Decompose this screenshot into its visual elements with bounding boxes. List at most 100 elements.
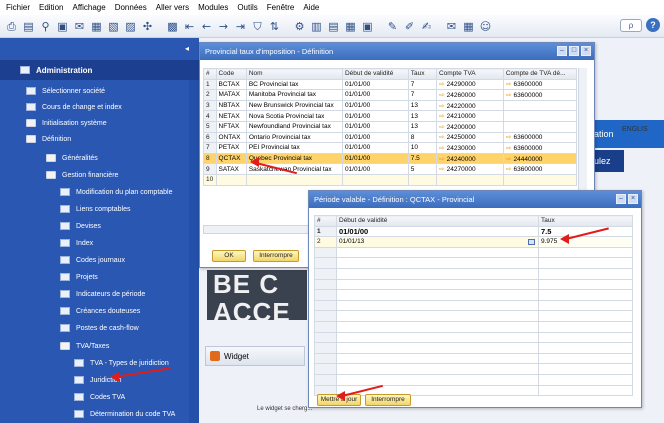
nav-collapse[interactable]: ◂ xyxy=(0,38,199,58)
cell-rate[interactable] xyxy=(538,278,633,291)
last-record-icon[interactable]: ⇥ xyxy=(233,19,248,34)
cell-account2[interactable]: ⇨ 63600000 xyxy=(502,163,578,175)
chart-icon[interactable]: ▤ xyxy=(326,19,341,34)
cancel-button[interactable]: Interrompre xyxy=(253,250,299,262)
maximize-icon[interactable]: □ xyxy=(569,46,579,56)
cell-rate[interactable]: 7 xyxy=(407,78,437,91)
nav-item-cours-de-change[interactable]: Cours de change et index xyxy=(26,100,122,114)
cell-date[interactable]: 01/01/00 xyxy=(341,110,409,122)
cell-date[interactable]: 01/01/00 xyxy=(341,99,409,112)
nav-item-generalites[interactable]: Généralités xyxy=(46,151,98,165)
nav-item-definition[interactable]: Définition xyxy=(26,132,71,146)
nav-item-projets[interactable]: Projets xyxy=(60,270,98,284)
cell-date[interactable] xyxy=(336,310,539,322)
table-row[interactable]: 9 SATAX Saskatchewan Provincial tax 01/01/0… xyxy=(203,163,578,175)
link-arrow-icon[interactable]: ⇨ xyxy=(506,80,512,88)
cell-rate[interactable] xyxy=(538,342,633,354)
find-icon[interactable]: ⚲ xyxy=(38,19,53,34)
cell-account2[interactable]: ⇨ 63600000 xyxy=(502,78,578,91)
column-header[interactable]: Taux xyxy=(407,68,437,80)
cell-name[interactable]: PEI Provincial tax xyxy=(245,142,343,154)
menu-modules[interactable]: Modules xyxy=(198,3,228,12)
table-row[interactable] xyxy=(314,373,633,386)
cell-code[interactable]: ONTAX xyxy=(215,131,247,144)
cell-rate[interactable]: 13 xyxy=(407,99,437,112)
nav-item-selectionner-societe[interactable]: Sélectionner société xyxy=(26,84,105,98)
user-icon[interactable]: ☺ xyxy=(478,19,493,34)
link-arrow-icon[interactable]: ⇨ xyxy=(439,91,445,99)
table-row-new[interactable]: 10 xyxy=(203,173,578,186)
link-arrow-icon[interactable]: ⇨ xyxy=(439,155,445,163)
nav-item-modification-plan[interactable]: Modification du plan comptable xyxy=(60,185,173,199)
link-arrow-icon[interactable]: ⇨ xyxy=(506,144,512,152)
menu-fenetre[interactable]: Fenêtre xyxy=(267,3,295,12)
cell-name[interactable] xyxy=(245,173,343,186)
table-horizontal-scrollbar[interactable] xyxy=(203,225,313,234)
cell-date[interactable] xyxy=(336,278,539,291)
cell-date[interactable] xyxy=(336,299,539,312)
cell-date[interactable]: 01/01/00 xyxy=(336,225,539,238)
table-row[interactable] xyxy=(314,278,633,291)
table-row[interactable]: 7 PETAX PEI Provincial tax 01/01/00 10 ⇨ 2423… xyxy=(203,142,578,154)
menu-aller-vers[interactable]: Aller vers xyxy=(156,3,189,12)
column-header[interactable]: Taux xyxy=(538,215,633,227)
table-row[interactable] xyxy=(314,299,633,312)
cell-rate[interactable]: 8 xyxy=(407,131,437,144)
cell-rate[interactable]: 10 xyxy=(407,142,437,154)
cell-rate[interactable] xyxy=(538,352,633,365)
table-row[interactable]: 1 BCTAX BC Provincial tax 01/01/00 7 ⇨ 242900… xyxy=(203,78,578,91)
nav-scrollbar[interactable] xyxy=(189,80,199,423)
menu-aide[interactable]: Aide xyxy=(303,3,319,12)
cell-rate[interactable]: 7.5 xyxy=(407,152,437,165)
cell-code[interactable]: NBTAX xyxy=(215,99,247,112)
link-arrow-icon[interactable]: ⇨ xyxy=(506,133,512,141)
cell-date[interactable]: 01/01/00 xyxy=(341,131,409,144)
cell-date[interactable]: 01/01/00 xyxy=(341,152,409,165)
column-header[interactable]: Début de validité xyxy=(341,68,409,80)
cell-date[interactable] xyxy=(336,363,539,375)
table-row[interactable]: 5 NFTAX Newfoundland Provincial tax 01/01/0… xyxy=(203,120,578,133)
cancel-button[interactable]: Interrompre xyxy=(365,394,411,406)
cell-date[interactable]: 01/01/00 xyxy=(341,163,409,175)
menu-donnees[interactable]: Données xyxy=(115,3,147,12)
cell-account2[interactable] xyxy=(502,99,578,112)
close-icon[interactable]: × xyxy=(628,194,638,204)
cell-date[interactable] xyxy=(336,289,539,301)
cell-rate[interactable]: 5 xyxy=(407,163,437,175)
document-icon[interactable]: ▦ xyxy=(89,19,104,34)
help-icon[interactable]: ? xyxy=(646,18,660,32)
cell-account2[interactable]: ⇨ 24440000 xyxy=(502,152,578,165)
link-arrow-icon[interactable]: ⇨ xyxy=(439,123,445,131)
cell-account[interactable]: ⇨ 24240000 xyxy=(435,152,504,165)
cell-name[interactable]: Newfoundland Provincial tax xyxy=(245,120,343,133)
table-row[interactable] xyxy=(314,320,633,333)
link-arrow-icon[interactable]: ⇨ xyxy=(439,80,445,88)
mail-icon[interactable]: ✉ xyxy=(72,19,87,34)
cell-account2[interactable] xyxy=(502,173,578,186)
cell-date[interactable] xyxy=(336,331,539,344)
link-arrow-icon[interactable]: ⇨ xyxy=(506,91,512,99)
cell-rate[interactable] xyxy=(538,373,633,386)
cell-rate[interactable] xyxy=(538,331,633,344)
nav-item-liens-comptables[interactable]: Liens comptables xyxy=(60,202,130,216)
nav-header-administration[interactable]: Administration xyxy=(0,60,199,80)
cell-code[interactable]: BCTAX xyxy=(215,78,247,91)
minimize-icon[interactable]: – xyxy=(616,194,626,204)
cell-date[interactable]: 01/01/00 xyxy=(341,78,409,91)
cell-account2[interactable] xyxy=(502,110,578,122)
layout-icon[interactable]: ▦ xyxy=(343,19,358,34)
nav-item-determination-code-tva[interactable]: Détermination du code TVA xyxy=(74,407,175,421)
report-icon[interactable]: ▥ xyxy=(309,19,324,34)
table-row[interactable] xyxy=(314,310,633,322)
table-row[interactable] xyxy=(314,342,633,354)
cell-date[interactable] xyxy=(336,246,539,259)
nav-item-devises[interactable]: Devises xyxy=(60,219,101,233)
document-icon[interactable]: ▨ xyxy=(123,19,138,34)
cell-date[interactable]: 01/01/13 xyxy=(336,236,539,248)
column-header[interactable]: Code xyxy=(215,68,247,80)
table-row[interactable] xyxy=(314,257,633,269)
cell-rate[interactable] xyxy=(538,310,633,322)
cell-account[interactable]: ⇨ 24200000 xyxy=(435,120,504,133)
cell-rate[interactable]: 7 xyxy=(407,89,437,101)
cell-date[interactable]: 01/01/00 xyxy=(341,142,409,154)
